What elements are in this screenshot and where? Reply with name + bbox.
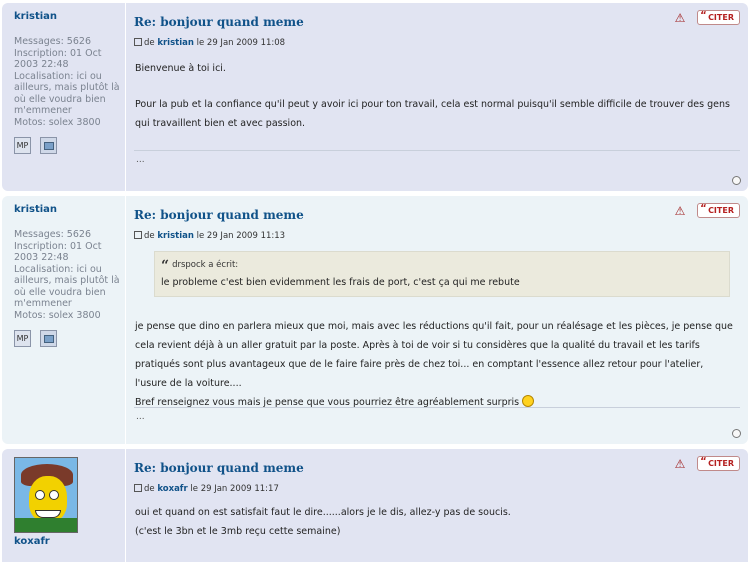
- paragraph: Bref renseignez vous mais je pense que v…: [135, 393, 734, 412]
- post-body: Re: bonjour quand meme ⚠ CITER de kristi…: [134, 196, 748, 444]
- location: Localisation: ici ou ailleurs, mais plut…: [14, 263, 120, 310]
- post-profile: kristian Messages: 5626 Inscription: 01 …: [2, 196, 126, 444]
- private-message-icon[interactable]: MP: [14, 330, 31, 347]
- quote-button[interactable]: CITER: [697, 455, 740, 471]
- contact-icons: MP: [14, 330, 125, 347]
- messages-count: Messages: 5626: [14, 229, 91, 240]
- post-content: oui et quand on est satisfait faut le di…: [135, 503, 734, 541]
- signature-separator: [134, 150, 740, 151]
- post-3: koxafr Re: bonjour quand meme ⚠ CITER de…: [2, 449, 748, 562]
- location: Localisation: ici ou ailleurs, mais plut…: [14, 70, 120, 117]
- paragraph: je pense que dino en parlera mieux que m…: [135, 321, 733, 389]
- author-name[interactable]: kristian: [14, 204, 125, 215]
- post-title[interactable]: Re: bonjour quand meme: [134, 461, 304, 475]
- back-to-top-icon[interactable]: [732, 429, 741, 438]
- gallery-icon[interactable]: [40, 137, 57, 154]
- author-details: Messages: 5626 Inscription: 01 Oct 2003 …: [14, 229, 125, 321]
- by-author[interactable]: kristian: [157, 231, 194, 241]
- paragraph: oui et quand on est satisfait faut le di…: [135, 507, 511, 518]
- registration-date: Inscription: 01 Oct 2003 22:48: [14, 47, 102, 71]
- post-buttons: ⚠ CITER: [673, 202, 740, 218]
- post-1: kristian Messages: 5626 Inscription: 01 …: [2, 3, 748, 191]
- quote-button[interactable]: CITER: [697, 9, 740, 25]
- post-content: Bienvenue à toi ici. Pour la pub et la c…: [135, 59, 734, 133]
- post-date: le 29 Jan 2009 11:08: [196, 38, 286, 48]
- report-icon[interactable]: ⚠: [673, 457, 687, 471]
- pm-label: MP: [16, 334, 29, 343]
- messages-count: Messages: 5626: [14, 36, 91, 47]
- post-profile: kristian Messages: 5626 Inscription: 01 …: [2, 3, 126, 191]
- post-content: je pense que dino en parlera mieux que m…: [135, 317, 734, 412]
- author-name[interactable]: koxafr: [14, 536, 125, 547]
- by-author[interactable]: koxafr: [157, 484, 187, 494]
- paragraph: (c'est le 3bn et le 3mb reçu cette semai…: [135, 526, 341, 537]
- paragraph: Bienvenue à toi ici.: [135, 63, 226, 74]
- report-icon[interactable]: ⚠: [673, 204, 687, 218]
- quote-mark-icon: “: [161, 258, 170, 274]
- motorcycles: Motos: solex 3800: [14, 116, 101, 128]
- quote-author: drspock a écrit:: [172, 260, 239, 270]
- quote-block: “drspock a écrit: le probleme c'est bien…: [154, 251, 730, 297]
- by-author[interactable]: kristian: [157, 38, 194, 48]
- post-date: le 29 Jan 2009 11:17: [190, 484, 279, 494]
- by-prefix: de: [144, 38, 155, 48]
- registration-date: Inscription: 01 Oct 2003 22:48: [14, 240, 102, 264]
- post-body: Re: bonjour quand meme ⚠ CITER de kristi…: [134, 3, 748, 191]
- post-buttons: ⚠ CITER: [673, 9, 740, 25]
- private-message-icon[interactable]: MP: [14, 137, 31, 154]
- pm-label: MP: [16, 141, 29, 150]
- gallery-icon[interactable]: [40, 330, 57, 347]
- back-to-top-icon[interactable]: [732, 176, 741, 185]
- signature: ...: [136, 412, 145, 422]
- quote-cite: “drspock a écrit:: [161, 259, 719, 273]
- contact-icons: MP: [14, 137, 125, 154]
- post-icon: [134, 484, 142, 492]
- author-name[interactable]: kristian: [14, 11, 125, 22]
- signature-separator: [134, 407, 740, 408]
- post-body: Re: bonjour quand meme ⚠ CITER de koxafr…: [134, 449, 748, 562]
- post-icon: [134, 38, 142, 46]
- avatar: [14, 457, 78, 533]
- motorcycles: Motos: solex 3800: [14, 309, 101, 321]
- paragraph: Pour la pub et la confiance qu'il peut y…: [135, 99, 730, 129]
- quote-button[interactable]: CITER: [697, 202, 740, 218]
- wink-smiley-icon: [522, 395, 535, 407]
- post-buttons: ⚠ CITER: [673, 455, 740, 471]
- post-author-line: de koxafr le 29 Jan 2009 11:17: [134, 484, 279, 494]
- by-prefix: de: [144, 231, 155, 241]
- by-prefix: de: [144, 484, 155, 494]
- post-title[interactable]: Re: bonjour quand meme: [134, 208, 304, 222]
- report-icon[interactable]: ⚠: [673, 11, 687, 25]
- post-author-line: de kristian le 29 Jan 2009 11:13: [134, 231, 285, 241]
- signature: ...: [136, 155, 145, 165]
- post-date: le 29 Jan 2009 11:13: [196, 231, 286, 241]
- post-author-line: de kristian le 29 Jan 2009 11:08: [134, 38, 285, 48]
- post-profile: koxafr: [2, 449, 126, 562]
- post-2: kristian Messages: 5626 Inscription: 01 …: [2, 196, 748, 444]
- author-details: Messages: 5626 Inscription: 01 Oct 2003 …: [14, 36, 125, 128]
- quote-text: le probleme c'est bien evidemment les fr…: [161, 277, 520, 288]
- post-icon: [134, 231, 142, 239]
- post-title[interactable]: Re: bonjour quand meme: [134, 15, 304, 29]
